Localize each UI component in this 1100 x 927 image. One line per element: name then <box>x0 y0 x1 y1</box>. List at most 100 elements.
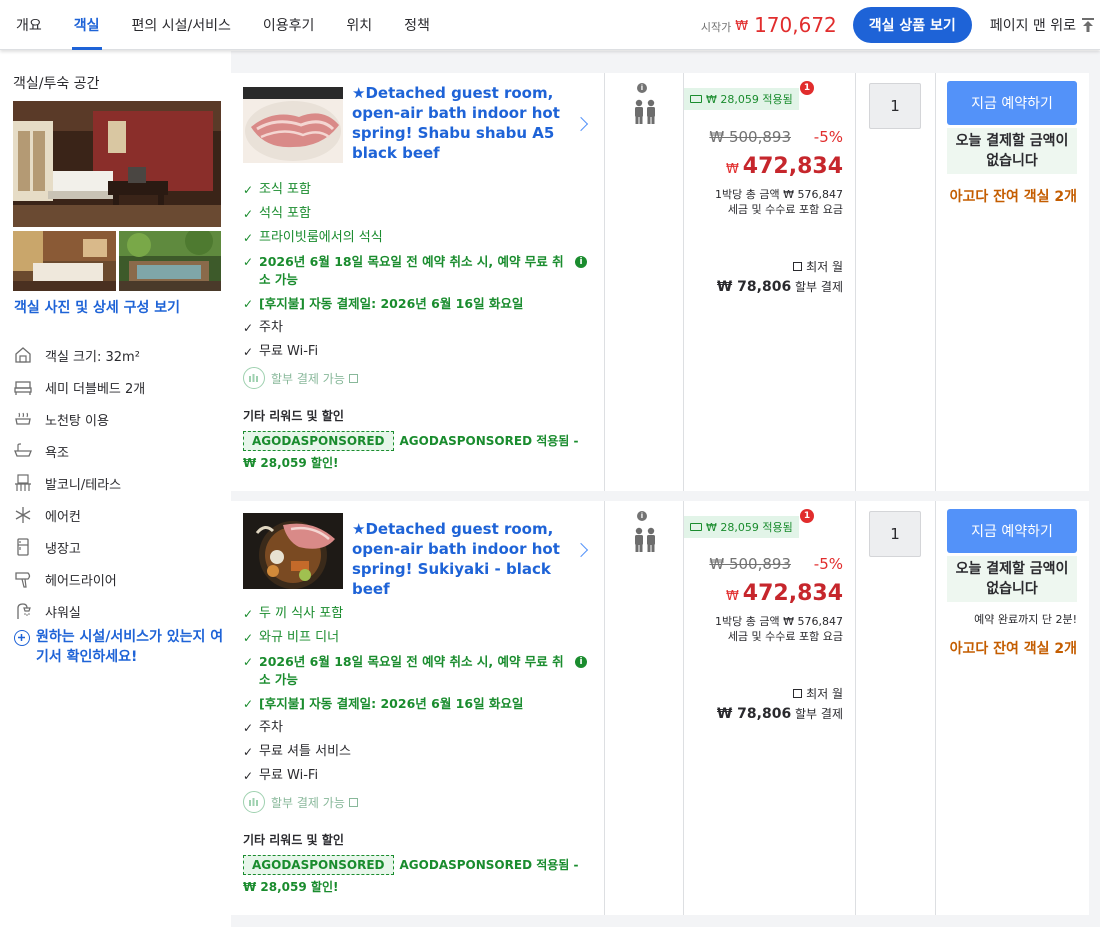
promo-label: ₩ 28,059 적용됨 <box>706 521 793 534</box>
final-price: ₩ 472,834 <box>726 581 843 606</box>
benefit-pay-later: ✓ [후지불] 자동 결제일: 2026년 6월 16일 화요일 <box>243 295 598 313</box>
benefit-label: 프라이빗룸에서의 석식 <box>259 230 383 245</box>
promo-applied-badge[interactable]: ₩ 28,059 적용됨 <box>684 88 799 110</box>
bed-icon <box>13 377 33 397</box>
divider <box>604 73 605 491</box>
shower-icon <box>13 601 33 621</box>
feature-balcony: 발코니/테라스 <box>13 467 223 499</box>
chevron-right-icon[interactable] <box>573 542 589 558</box>
tab-location[interactable]: 위치 <box>330 0 388 50</box>
offer-photo-shabu[interactable] <box>243 87 343 163</box>
feature-label: 에어컨 <box>45 509 81 525</box>
occupancy-info-icon[interactable]: i <box>637 511 647 521</box>
installment-suffix: 할부 결제 <box>795 280 843 294</box>
benefit-item: ✓ 무료 Wi-Fi <box>243 343 598 361</box>
fridge-icon <box>13 537 33 557</box>
page-content: 객실/투숙 공간 객실 사진 및 상세 구성 보기 객실 크기: 32m² 세미… <box>0 51 1100 927</box>
room-type-title: 객실/투숙 공간 <box>13 76 100 92</box>
check-icon: ✓ <box>243 255 254 269</box>
room-thumb-2[interactable] <box>119 231 221 291</box>
tab-reviews[interactable]: 이용후기 <box>247 0 331 50</box>
offer-title-link[interactable]: ★Detached guest room, open-air bath indo… <box>352 519 562 599</box>
benefit-label: 석식 포함 <box>259 206 311 221</box>
divider <box>935 73 936 491</box>
hairdryer-icon <box>13 569 33 589</box>
lowest-label: 최저 월 <box>806 687 843 701</box>
book-now-button[interactable]: 지금 예약하기 <box>947 81 1077 125</box>
check-icon: ✓ <box>243 769 254 783</box>
rooms-left-notice: 아고다 잔여 객실 2개 <box>949 641 1077 657</box>
feature-hairdryer: 헤어드라이어 <box>13 563 223 595</box>
price-value: 472,834 <box>742 581 843 606</box>
benefits-list: ✓ 두 끼 식사 포함 ✓ 와규 비프 디너 ✓ 2026년 6월 18일 목요일 전… <box>243 605 598 813</box>
two-adults-icon <box>632 527 658 553</box>
lowest-monthly-label: 최저 월 <box>793 258 843 275</box>
benefit-item: ✓ 무료 셔틀 서비스 <box>243 743 598 761</box>
offer-title-link[interactable]: ★Detached guest room, open-air bath indo… <box>352 83 562 163</box>
info-icon[interactable]: i <box>575 656 587 668</box>
sponsor-tag: AGODASPONSORED <box>243 855 394 875</box>
bathtub-icon <box>13 441 33 461</box>
benefit-item: ✓ 주차 <box>243 719 598 737</box>
feature-bed: 세미 더블베드 2개 <box>13 371 223 403</box>
book-now-button[interactable]: 지금 예약하기 <box>947 509 1077 553</box>
installment-suffix: 할부 결제 <box>795 707 843 721</box>
original-price: ₩ 500,893 <box>709 555 791 573</box>
check-icon: ✓ <box>243 721 254 735</box>
tab-rooms[interactable]: 객실 <box>58 0 116 50</box>
offer-photo-sukiyaki[interactable] <box>243 513 343 589</box>
installment-amount: ₩ 78,806 <box>716 706 792 722</box>
divider <box>604 501 605 915</box>
check-icon: ✓ <box>243 655 254 669</box>
feature-aircon: 에어컨 <box>13 499 223 531</box>
section-tabs: 개요 객실 편의 시설/서비스 이용후기 위치 정책 <box>0 0 446 50</box>
arrow-up-icon <box>1082 18 1094 32</box>
info-icon[interactable]: i <box>575 256 587 268</box>
benefit-pay-later: ✓ [후지불] 자동 결제일: 2026년 6월 16일 화요일 <box>243 695 598 713</box>
room-size-icon <box>13 345 33 365</box>
room-features: 객실 크기: 32m² 세미 더블베드 2개 노천탕 이용 욕조 발코니/테라스… <box>13 339 223 627</box>
room-quantity-select[interactable]: 1 <box>869 83 921 129</box>
start-price: 170,672 <box>754 13 837 37</box>
tax-included-note: 세금 및 수수료 포함 요금 <box>727 203 843 216</box>
room-main-photo[interactable] <box>13 101 221 227</box>
outdoor-bath-icon <box>13 409 33 429</box>
more-facilities-link[interactable]: 원하는 시설/서비스가 있는지 여기서 확인하세요! <box>14 627 224 667</box>
tab-policies[interactable]: 정책 <box>388 0 446 50</box>
occupancy-info-icon[interactable]: i <box>637 83 647 93</box>
room-quantity-select[interactable]: 1 <box>869 511 921 557</box>
back-to-top-link[interactable]: 페이지 맨 위로 <box>990 15 1094 35</box>
installment-price: ₩ 78,806 할부 결제 <box>717 705 843 722</box>
start-price-label: 시작가 <box>700 21 732 34</box>
tab-facilities[interactable]: 편의 시설/서비스 <box>116 0 247 50</box>
benefit-label: 2026년 6월 18일 목요일 전 예약 취소 시, 예약 무료 취소 가능 <box>259 254 564 287</box>
room-photos-link[interactable]: 객실 사진 및 상세 구성 보기 <box>14 297 180 317</box>
installment-label: 할부 결제 가능 <box>271 795 345 810</box>
installment-amount: ₩ 78,806 <box>716 279 792 295</box>
benefit-label: 주차 <box>259 320 283 335</box>
installment-icon <box>243 367 265 389</box>
other-rewards-title: 기타 리워드 및 할인 <box>243 833 344 847</box>
benefits-list: ✓ 조식 포함 ✓ 석식 포함 ✓ 프라이빗룸에서의 석식 ✓ 2026년 6월 18일… <box>243 181 598 389</box>
installment-link[interactable]: 할부 결제 가능 <box>243 367 598 389</box>
view-rooms-button[interactable]: 객실 상품 보기 <box>852 7 972 43</box>
check-icon: ✓ <box>243 297 254 311</box>
divider <box>855 501 856 915</box>
per-night-total: 1박당 총 금액 ₩ 576,847 <box>715 615 843 628</box>
benefit-label: 무료 Wi-Fi <box>259 768 319 783</box>
benefit-item: ✓ 무료 Wi-Fi <box>243 767 598 785</box>
room-thumb-1[interactable] <box>13 231 116 291</box>
feature-shower: 샤워실 <box>13 595 223 627</box>
feature-label: 샤워실 <box>45 605 81 621</box>
feature-bathtub: 욕조 <box>13 435 223 467</box>
promo-applied-badge[interactable]: ₩ 28,059 적용됨 <box>684 516 799 538</box>
tab-overview[interactable]: 개요 <box>0 0 58 50</box>
chevron-right-icon[interactable] <box>573 116 589 132</box>
booking-urgency-note: 예약 완료까지 단 2분! <box>974 613 1077 626</box>
ticket-icon <box>690 95 702 103</box>
back-to-top-label: 페이지 맨 위로 <box>989 18 1076 34</box>
installment-link[interactable]: 할부 결제 가능 <box>243 791 598 813</box>
discount-percent: -5% <box>813 555 843 573</box>
feature-fridge: 냉장고 <box>13 531 223 563</box>
benefit-label: 무료 Wi-Fi <box>259 344 319 359</box>
